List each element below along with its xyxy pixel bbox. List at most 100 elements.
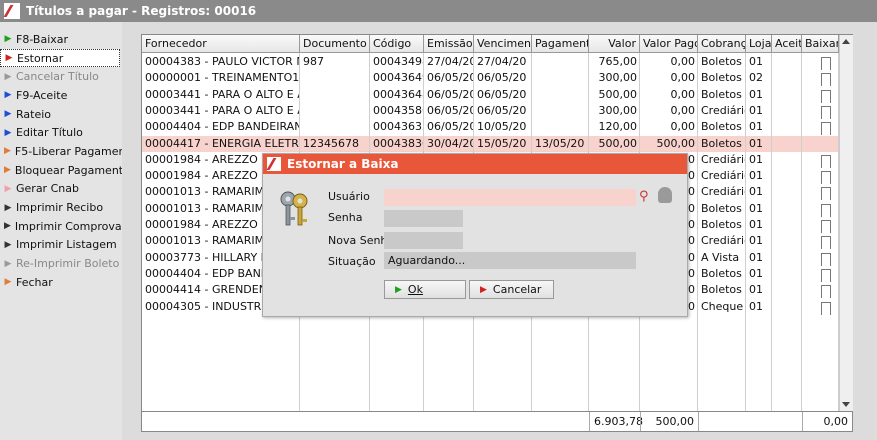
column-header[interactable]: Documento [300,35,370,53]
baixar-checkbox[interactable] [802,217,839,233]
table-cell: 06/05/20 [477,71,527,85]
sidebar-arrow-icon: ▶ [4,258,12,269]
search-icon[interactable]: ⚲ [639,189,649,204]
table-row[interactable]: 00003441 - PARA O ALTO E AVANTE000435860… [142,103,839,119]
scroll-up-icon[interactable] [842,39,850,44]
baixar-checkbox[interactable] [802,119,839,136]
senha-input[interactable] [384,210,463,227]
column-header[interactable]: Emissão [424,35,474,53]
column-divider [697,53,698,411]
usuario-label: Usuário [328,190,370,203]
checkbox-box[interactable] [820,236,831,250]
ok-button[interactable]: ▶ Ok [384,280,466,299]
sidebar-item-re-imprimir-boleto[interactable]: ▶ Re-Imprimir Boleto [0,254,122,273]
sidebar-item-estornar[interactable]: ▶ Estornar [0,48,120,68]
checkbox-box[interactable] [820,220,831,233]
column-header[interactable]: Cobrança [698,35,746,53]
table-row[interactable]: 00004404 - EDP BANDEIRANTES 0004363506/05… [142,119,839,136]
dialog-title: Estornar a Baixa [287,157,399,171]
sidebar-item-editar-t-tulo[interactable]: ▶ Editar Título [0,123,122,142]
baixar-checkbox[interactable] [802,70,839,87]
column-header[interactable]: Aceite [772,35,802,53]
column-header[interactable]: Código [370,35,424,53]
sidebar-arrow-icon: ▶ [4,90,12,101]
checkbox-box[interactable] [820,57,831,70]
column-header[interactable]: Fornecedor [142,35,300,53]
scroll-down-icon[interactable] [842,402,850,407]
table-cell: Boletos [701,55,742,68]
sidebar-item-imprimir-comprovante[interactable]: ▶ Imprimir Comprovante [0,217,140,236]
column-header[interactable]: Pagamento [532,35,589,53]
table-cell: 27/04/20 [477,55,527,68]
baixar-checkbox[interactable] [802,233,839,250]
cancel-arrow-icon: ▶ [480,284,487,295]
sidebar-item-imprimir-recibo[interactable]: ▶ Imprimir Recibo [0,198,122,217]
sidebar-item-fechar[interactable]: ▶ Fechar [0,273,122,292]
checkbox-box[interactable] [820,285,831,299]
baixar-checkbox[interactable] [802,103,839,119]
column-header[interactable]: Loja [746,35,772,53]
table-cell: 500,00 [598,87,638,101]
checkbox-box[interactable] [820,105,831,119]
checkbox-box[interactable] [820,301,831,315]
sidebar-item-f9-aceite[interactable]: ▶ F9-Aceite [0,86,122,105]
column-header[interactable]: Baixar [802,35,839,53]
table-cell: 0,00 [670,71,696,85]
column-header[interactable]: Valor [589,35,640,53]
column-divider [745,53,746,411]
checkbox-box[interactable] [820,89,831,103]
column-header[interactable]: Vencimento [474,35,532,53]
sidebar-item-label: Imprimir Comprovante [14,219,140,233]
column-header[interactable]: Valor Pago [640,35,698,53]
sidebar-item-cancelar-t-tulo[interactable]: ▶ Cancelar Título [0,67,122,86]
sidebar-item-label: Editar Título [16,126,83,140]
table-row[interactable]: 00004417 - ENERGIA ELETRICA12345678 00043… [142,135,839,152]
table-row[interactable]: 00004383 - PAULO VICTOR MERINO987 0004349… [142,54,839,70]
sidebar-item-imprimir-listagem[interactable]: ▶ Imprimir Listagem [0,236,122,255]
checkbox-box[interactable] [820,268,831,282]
total-spacer [698,412,802,431]
table-cell: 01 [749,136,763,150]
sidebar-item-f8-baixar[interactable]: ▶ F8-Baixar [0,30,122,49]
sidebar-item-rateio[interactable]: ▶ Rateio [0,105,122,124]
table-cell: 01 [749,152,763,166]
cancel-button[interactable]: ▶ Cancelar [469,280,554,299]
baixar-checkbox[interactable] [802,184,839,201]
sidebar-item-bloquear-pagamento[interactable]: ▶ Bloquear Pagamento [0,161,130,180]
checkbox-box[interactable] [820,252,831,266]
baixar-checkbox[interactable] [802,299,839,315]
baixar-checkbox[interactable] [802,201,839,217]
baixar-checkbox[interactable] [802,152,839,168]
sidebar-item-label: Gerar Cnab [16,182,79,196]
baixar-checkbox[interactable] [802,266,839,282]
checkbox-box[interactable] [820,73,831,87]
baixar-checkbox[interactable] [802,250,839,266]
vertical-scrollbar[interactable] [839,35,853,411]
checkbox-box[interactable] [820,154,831,168]
table-cell [772,70,802,86]
table-cell: Crediário [701,185,746,199]
usuario-input[interactable] [384,189,636,206]
table-cell: 00043836 [373,136,424,150]
table-cell: 06/05/20 [427,120,474,134]
baixar-checkbox[interactable] [802,282,839,299]
checkbox-box[interactable] [820,122,831,136]
table-row[interactable]: 00000001 - TREINAMENTO1 APELIDO000436490… [142,70,839,87]
table-cell [532,70,589,86]
checkbox-box[interactable] [820,203,831,217]
baixar-checkbox[interactable] [802,168,839,185]
table-cell: Boletos [701,87,742,101]
baixar-checkbox[interactable] [802,87,839,103]
ok-button-label: Ok [407,283,423,296]
nova-senha-input[interactable] [384,232,463,249]
table-row[interactable]: 00003441 - PARA O ALTO E AVANTE000436480… [142,87,839,103]
baixar-checkbox[interactable] [802,54,839,70]
checkbox-box[interactable] [820,171,831,185]
sidebar-item-f5-liberar-pagamento[interactable]: ▶ F5-Liberar Pagamento [0,142,137,161]
table-cell: 00004383 - PAULO VICTOR MERINO [145,55,300,68]
fingerprint-icon[interactable] [658,187,672,203]
baixar-checkbox[interactable] [802,136,839,152]
table-cell [772,282,802,298]
sidebar-item-gerar-cnab[interactable]: ▶ Gerar Cnab [0,180,122,199]
checkbox-box[interactable] [820,187,831,201]
